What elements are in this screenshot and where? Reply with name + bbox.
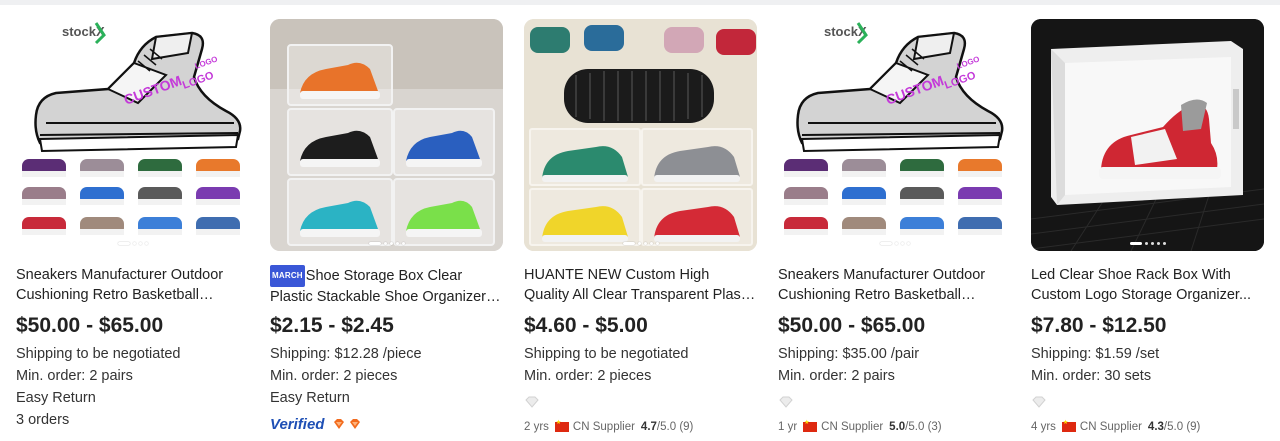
- supplier-info[interactable]: 4 yrs CN Supplier 4.3 /5.0 (9): [1031, 419, 1264, 435]
- product-card[interactable]: Led Clear Shoe Rack Box With Custom Logo…: [1031, 19, 1264, 441]
- supplier-info[interactable]: 1 yr CN Supplier 5.0 /5.0 (3): [778, 419, 1011, 435]
- product-card[interactable]: stockX CUSTOM LOGO LOGO Sneakers Manufac…: [16, 19, 249, 441]
- product-title[interactable]: Sneakers Manufacturer Outdoor Cushioning…: [16, 265, 249, 305]
- supplier-level: [778, 395, 1011, 411]
- review-count: (3): [927, 421, 942, 433]
- product-title[interactable]: Sneakers Manufacturer Outdoor Cushioning…: [778, 265, 1011, 305]
- product-price: $50.00 - $65.00: [778, 314, 926, 337]
- shoe-boxes-image: [270, 19, 503, 251]
- product-card[interactable]: stockX CUSTOM LOGO LOGO Sneakers Manufac…: [778, 19, 1011, 441]
- rating-scale: /5.0: [905, 421, 925, 433]
- product-image[interactable]: [1031, 19, 1264, 251]
- min-order: Min. order: 2 pieces: [524, 368, 652, 384]
- carousel-dots[interactable]: [778, 242, 1011, 245]
- min-order: Min. order: 2 pairs: [16, 368, 133, 384]
- led-shoe-box-image: [1031, 19, 1264, 251]
- carousel-dots[interactable]: [524, 242, 757, 245]
- supplier-country: CN Supplier: [821, 421, 884, 433]
- rating-scale: /5.0: [656, 421, 677, 433]
- product-price: $2.15 - $2.45: [270, 314, 394, 337]
- diamond-outline-icon: [525, 396, 539, 408]
- review-count: (9): [679, 421, 694, 433]
- verified-label: Verified: [270, 415, 325, 433]
- supplier-years: 2 yrs: [524, 421, 549, 433]
- china-flag-icon: [554, 419, 569, 432]
- shipping-info: Shipping to be negotiated: [524, 346, 689, 362]
- shipping-info: Shipping: $1.59 /set: [1031, 346, 1160, 362]
- carousel-dots[interactable]: [270, 242, 503, 245]
- review-count: (9): [1186, 421, 1201, 433]
- easy-return: Easy Return: [270, 390, 350, 406]
- product-image[interactable]: [270, 19, 503, 251]
- product-card[interactable]: MARCH Shoe Storage Box Clear Plastic Stac…: [270, 19, 503, 441]
- supplier-rating: 4.7: [640, 421, 657, 433]
- china-flag-icon: [803, 419, 818, 432]
- product-title[interactable]: Led Clear Shoe Rack Box With Custom Logo…: [1031, 265, 1264, 305]
- easy-return: Easy Return: [16, 390, 96, 406]
- product-image[interactable]: stockX CUSTOM LOGO LOGO: [16, 19, 249, 251]
- product-price: $7.80 - $12.50: [1031, 314, 1167, 337]
- sneaker-collage-image: stockX CUSTOM LOGO LOGO: [784, 22, 1004, 235]
- gold-diamond-icon: [350, 419, 361, 429]
- product-title[interactable]: HUANTE NEW Custom High Quality All Clear…: [524, 265, 757, 305]
- supplier-years: 4 yrs: [1031, 421, 1056, 433]
- product-title[interactable]: MARCH Shoe Storage Box Clear Plastic Stac…: [270, 265, 503, 305]
- carousel-dots[interactable]: [1031, 242, 1264, 245]
- diamond-outline-icon: [779, 396, 793, 408]
- supplier-level: [524, 395, 757, 411]
- supplier-level: [1031, 395, 1264, 411]
- tire-shoe-boxes-image: [524, 19, 757, 251]
- product-price: $50.00 - $65.00: [16, 314, 164, 337]
- shipping-info: Shipping: $12.28 /piece: [270, 346, 422, 362]
- min-order: Min. order: 30 sets: [1031, 368, 1152, 384]
- shipping-info: Shipping to be negotiated: [16, 346, 181, 362]
- diamond-outline-icon: [1032, 396, 1046, 408]
- carousel-dots[interactable]: [16, 242, 249, 245]
- product-card[interactable]: HUANTE NEW Custom High Quality All Clear…: [524, 19, 757, 441]
- verified-supplier[interactable]: Verified: [270, 413, 503, 435]
- orders-count: 3 orders: [16, 412, 70, 428]
- supplier-badges: [332, 417, 362, 431]
- gold-diamond-icon: [334, 419, 345, 429]
- min-order: Min. order: 2 pieces: [270, 368, 398, 384]
- top-divider: [0, 0, 1280, 5]
- supplier-years: 1 yr: [778, 421, 798, 433]
- supplier-rating: 5.0: [889, 421, 906, 433]
- supplier-rating: 4.3: [1147, 421, 1164, 433]
- supplier-country: CN Supplier: [1079, 421, 1142, 433]
- supplier-country: CN Supplier: [572, 421, 635, 433]
- min-order: Min. order: 2 pairs: [778, 368, 895, 384]
- product-image[interactable]: [524, 19, 757, 251]
- china-flag-icon: [1061, 419, 1076, 432]
- product-price: $4.60 - $5.00: [524, 314, 648, 337]
- sneaker-collage-image: stockX CUSTOM LOGO LOGO: [22, 22, 242, 235]
- supplier-info[interactable]: 2 yrs CN Supplier 4.7 /5.0 (9): [524, 419, 757, 435]
- product-image[interactable]: stockX CUSTOM LOGO LOGO: [778, 19, 1011, 251]
- rating-scale: /5.0: [1163, 421, 1184, 433]
- shipping-info: Shipping: $35.00 /pair: [778, 346, 920, 362]
- march-promo-badge: MARCH: [270, 265, 305, 287]
